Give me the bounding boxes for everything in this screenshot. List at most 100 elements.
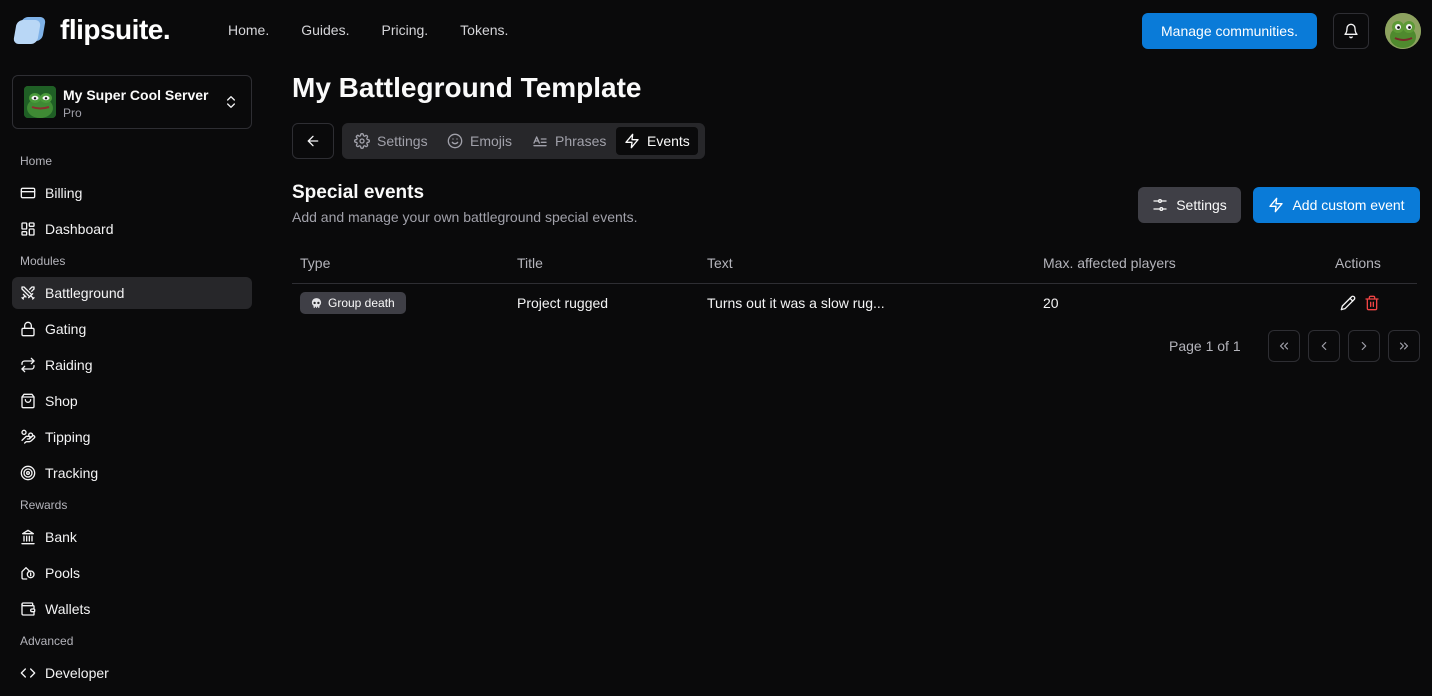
page-title: My Battleground Template xyxy=(292,72,642,103)
top-nav: Home. Guides. Pricing. Tokens. xyxy=(228,22,508,38)
sidebar-item-label: Dashboard xyxy=(45,221,114,237)
sidebar-item-battleground[interactable]: Battleground xyxy=(12,277,252,309)
sidebar-item-gating[interactable]: Gating xyxy=(12,313,252,345)
tab-label: Emojis xyxy=(470,133,513,149)
next-page-button[interactable] xyxy=(1348,330,1380,362)
server-avatar xyxy=(24,86,56,118)
sidebar-item-bank[interactable]: Bank xyxy=(12,521,252,553)
column-header-type[interactable]: Type xyxy=(300,255,330,271)
gear-icon xyxy=(354,133,370,149)
sidebar-item-label: Tracking xyxy=(45,465,99,481)
lock-icon xyxy=(21,321,35,337)
sidebar-item-label: Pools xyxy=(45,565,81,581)
coins-icon xyxy=(21,567,35,580)
sidebar-item-label: Gating xyxy=(45,321,87,337)
server-selector[interactable]: My Super Cool Server Pro xyxy=(12,75,252,129)
last-page-button[interactable] xyxy=(1388,330,1420,362)
sidebar-item-label: Battleground xyxy=(45,285,125,301)
sidebar-item-tracking[interactable]: Tracking xyxy=(12,457,252,489)
tab-events[interactable]: Events xyxy=(616,127,698,155)
chevron-left-icon xyxy=(1321,341,1327,351)
sidebar-item-raiding[interactable]: Raiding xyxy=(12,349,252,381)
sidebar-item-billing[interactable]: Billing xyxy=(12,177,252,209)
logo-icon xyxy=(12,15,47,45)
sidebar-item-pools[interactable]: Pools xyxy=(12,557,252,589)
back-button[interactable] xyxy=(292,123,334,159)
event-max-players: 20 xyxy=(1043,295,1059,311)
first-page-button[interactable] xyxy=(1268,330,1300,362)
sidebar-item-dashboard[interactable]: Dashboard xyxy=(12,213,252,245)
sliders-icon xyxy=(1153,199,1167,211)
credit-card-icon xyxy=(20,187,36,199)
sidebar-item-label: Tipping xyxy=(45,429,91,445)
sidebar-item-label: Bank xyxy=(45,529,77,545)
hand-coins-icon xyxy=(21,429,36,444)
zap-icon xyxy=(1269,197,1284,213)
nav-home[interactable]: Home. xyxy=(228,22,269,38)
section-title: Special events xyxy=(292,182,425,203)
section-description: Add and manage your own battleground spe… xyxy=(292,209,638,225)
dashboard-icon xyxy=(21,222,35,236)
event-text: Turns out it was a slow rug... xyxy=(707,295,885,311)
sidebar-item-wallets[interactable]: Wallets xyxy=(12,593,252,625)
repeat-icon xyxy=(21,357,35,373)
user-avatar[interactable] xyxy=(1385,13,1421,49)
brand-name: flipsuite. xyxy=(60,14,171,45)
tab-label: Settings xyxy=(377,133,428,149)
chevrons-up-down-icon xyxy=(227,96,235,108)
column-header-max-players[interactable]: Max. affected players xyxy=(1043,255,1176,271)
tab-emojis[interactable]: Emojis xyxy=(439,127,520,155)
chevrons-left-icon xyxy=(1279,342,1289,350)
event-type-label: Group death xyxy=(328,296,395,310)
smile-icon xyxy=(447,133,463,149)
sidebar-section-modules: Modules xyxy=(20,254,66,268)
target-icon xyxy=(20,465,36,481)
wallet-icon xyxy=(21,602,36,616)
brand-logo[interactable]: flipsuite. xyxy=(12,14,171,46)
pagination-text: Page 1 of 1 xyxy=(1169,338,1241,354)
server-name: My Super Cool Server xyxy=(63,87,209,103)
chevrons-right-icon xyxy=(1399,342,1409,350)
sidebar-item-tipping[interactable]: Tipping xyxy=(12,421,252,453)
code-icon xyxy=(20,668,36,678)
chevron-right-icon xyxy=(1361,341,1367,351)
sidebar-section-home: Home xyxy=(20,154,53,168)
nav-pricing[interactable]: Pricing. xyxy=(381,22,428,38)
skull-icon xyxy=(311,297,322,308)
sidebar-item-label: Wallets xyxy=(45,601,91,617)
event-title: Project rugged xyxy=(517,295,609,311)
column-header-title[interactable]: Title xyxy=(517,255,543,271)
column-header-text[interactable]: Text xyxy=(707,255,733,271)
previous-page-button[interactable] xyxy=(1308,330,1340,362)
sidebar-item-label: Raiding xyxy=(45,357,93,373)
sidebar-section-rewards: Rewards xyxy=(20,498,68,512)
sidebar-item-developer[interactable]: Developer xyxy=(12,657,252,689)
event-settings-button[interactable]: Settings xyxy=(1138,187,1241,223)
server-plan: Pro xyxy=(63,106,82,120)
event-settings-label: Settings xyxy=(1176,197,1227,213)
add-custom-event-button[interactable]: Add custom event xyxy=(1253,187,1420,223)
template-tabs: Settings Emojis Phrases Events xyxy=(342,123,705,159)
table-divider xyxy=(292,283,1417,284)
trash-icon[interactable] xyxy=(1364,295,1380,311)
tab-phrases[interactable]: Phrases xyxy=(524,127,614,155)
manage-communities-button[interactable]: Manage communities. xyxy=(1142,13,1317,49)
shopping-bag-icon xyxy=(21,393,35,409)
tab-label: Phrases xyxy=(555,133,607,149)
column-header-actions: Actions xyxy=(1335,255,1381,271)
pencil-icon[interactable] xyxy=(1340,295,1356,311)
event-type-badge: Group death xyxy=(300,292,406,314)
add-custom-event-label: Add custom event xyxy=(1292,197,1405,213)
nav-tokens[interactable]: Tokens. xyxy=(460,22,508,38)
arrow-left-icon xyxy=(307,135,319,147)
notifications-button[interactable] xyxy=(1333,13,1369,49)
sidebar-item-shop[interactable]: Shop xyxy=(12,385,252,417)
swords-icon xyxy=(21,286,35,300)
sidebar-section-advanced: Advanced xyxy=(20,634,74,648)
text-icon xyxy=(533,136,547,147)
top-bar: flipsuite. Home. Guides. Pricing. Tokens… xyxy=(0,0,1432,62)
tab-settings[interactable]: Settings xyxy=(346,127,436,155)
sidebar-item-label: Shop xyxy=(45,393,78,409)
nav-guides[interactable]: Guides. xyxy=(301,22,349,38)
sidebar-item-label: Developer xyxy=(45,665,109,681)
